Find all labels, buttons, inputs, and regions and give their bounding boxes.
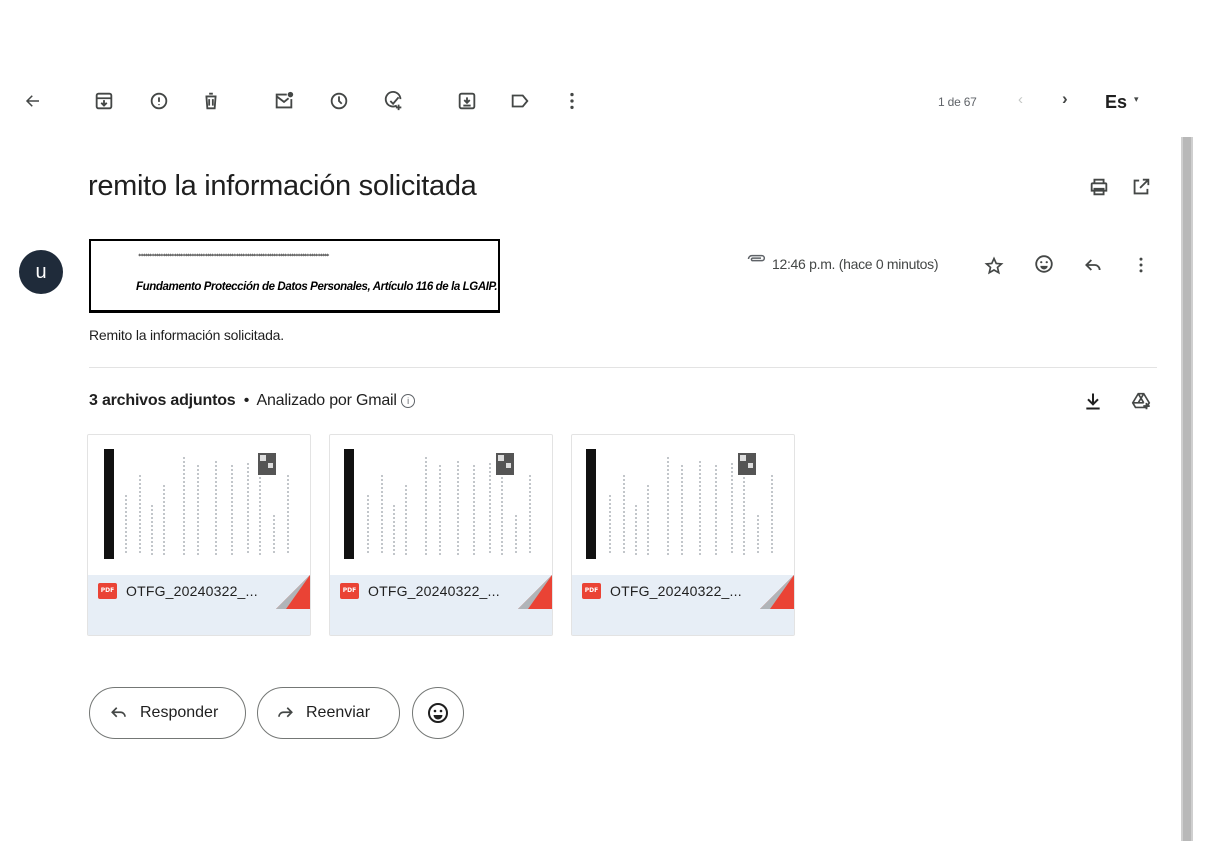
- print-icon[interactable]: [1088, 176, 1110, 198]
- attachment-footer: PDF OTFG_20240322_...: [88, 575, 310, 635]
- forward-button[interactable]: Reenviar: [257, 687, 400, 739]
- snooze-icon[interactable]: [328, 90, 350, 112]
- separator-dot: •: [243, 392, 250, 409]
- archive-icon[interactable]: [93, 90, 115, 112]
- delete-icon[interactable]: [200, 90, 222, 112]
- pdf-thumbnail: [330, 435, 552, 575]
- more-vert-icon[interactable]: [561, 90, 583, 112]
- reply-label: Responder: [140, 704, 219, 721]
- reply-button[interactable]: Responder: [89, 687, 246, 739]
- sender-redaction-box: ****************************************…: [89, 239, 500, 313]
- open-in-new-window-icon[interactable]: [1130, 176, 1152, 198]
- reply-icon: [110, 705, 128, 721]
- move-to-icon[interactable]: [456, 90, 478, 112]
- attachment-filename: OTFG_20240322_...: [126, 583, 258, 599]
- scrollbar-thumb[interactable]: [1183, 137, 1191, 841]
- arrow-back-icon[interactable]: [24, 92, 42, 110]
- input-language-selector[interactable]: Es: [1105, 92, 1127, 113]
- attachment-filename: OTFG_20240322_...: [368, 583, 500, 599]
- previous-message-button[interactable]: ‹: [1018, 91, 1023, 108]
- report-spam-icon[interactable]: [148, 90, 170, 112]
- mark-unread-icon[interactable]: [273, 90, 295, 112]
- attachment-footer: PDF OTFG_20240322_...: [572, 575, 794, 635]
- star-icon[interactable]: [984, 256, 1004, 276]
- info-icon[interactable]: i: [401, 394, 416, 408]
- pdf-file-icon: PDF: [98, 583, 117, 599]
- pdf-file-icon: PDF: [340, 583, 359, 599]
- attachments-header: 3 archivos adjuntos • Analizado por Gmai…: [89, 392, 416, 410]
- download-all-icon[interactable]: [1083, 390, 1103, 412]
- attachment-filename: OTFG_20240322_...: [610, 583, 742, 599]
- emoji-icon: [426, 701, 450, 725]
- add-task-icon[interactable]: [383, 90, 405, 112]
- page-fold-icon: [518, 575, 552, 609]
- attachments-count: 3 archivos adjuntos: [89, 392, 236, 409]
- email-body: Remito la información solicitada.: [89, 327, 284, 343]
- add-to-drive-icon[interactable]: [1130, 390, 1152, 412]
- attachment-card[interactable]: PDF OTFG_20240322_...: [571, 434, 795, 636]
- attachment-card[interactable]: PDF OTFG_20240322_...: [329, 434, 553, 636]
- more-options-icon[interactable]: [1131, 255, 1151, 275]
- page-fold-icon: [760, 575, 794, 609]
- chevron-down-icon[interactable]: ▾: [1134, 94, 1139, 105]
- pdf-thumbnail: [88, 435, 310, 575]
- forward-icon: [276, 705, 294, 721]
- sender-avatar[interactable]: u: [19, 250, 63, 294]
- page-fold-icon: [276, 575, 310, 609]
- attachment-footer: PDF OTFG_20240322_...: [330, 575, 552, 635]
- label-icon[interactable]: [509, 90, 531, 112]
- redaction-legal-basis: Fundamento Protección de Datos Personale…: [136, 281, 498, 293]
- email-timestamp: 12:46 p.m. (hace 0 minutos): [772, 256, 939, 272]
- next-message-button[interactable]: ›: [1062, 89, 1068, 109]
- emoji-reaction-button[interactable]: [412, 687, 464, 739]
- email-subject: remito la información solicitada: [88, 170, 477, 202]
- forward-label: Reenviar: [306, 704, 371, 721]
- pdf-file-icon: PDF: [582, 583, 601, 599]
- pdf-thumbnail: [572, 435, 794, 575]
- divider: [89, 367, 1157, 368]
- message-counter: 1 de 67: [938, 95, 977, 109]
- redacted-sender: ****************************************…: [138, 253, 330, 260]
- reply-icon[interactable]: [1083, 255, 1103, 275]
- attachment-card[interactable]: PDF OTFG_20240322_...: [87, 434, 311, 636]
- emoji-reaction-icon[interactable]: [1033, 253, 1055, 275]
- scanned-by-gmail-label: Analizado por Gmail: [256, 392, 397, 409]
- attachment-clip-icon: [746, 253, 766, 265]
